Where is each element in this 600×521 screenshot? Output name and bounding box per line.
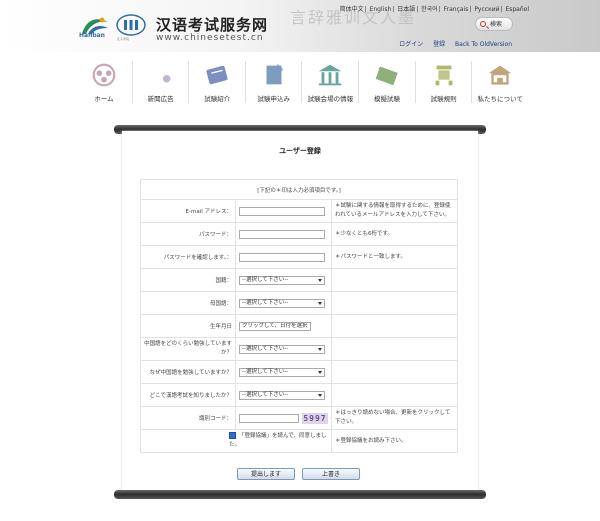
agree-checkbox[interactable] xyxy=(229,432,236,439)
email-field[interactable] xyxy=(239,206,325,216)
site-title[interactable]: 汉语考试服务网 xyxy=(156,14,268,35)
main-nav: ホーム 新聞広告 試験紹介 試験申込み 試験会場の情報 模擬試験 試験規則 私たちについて xyxy=(76,57,528,107)
rules-icon xyxy=(435,65,453,86)
country-select[interactable]: --選択して下さい-- xyxy=(239,275,325,285)
registration-panel: ユーザー登録 [下記の＊印は入力必須項目です。] E-mail アドレス： ＊試… xyxy=(122,131,478,493)
lang-link-fr[interactable]: Français xyxy=(444,6,469,13)
study-length-label: 中国語をどのくらい勉強していますか？ xyxy=(140,337,236,361)
nav-separator xyxy=(131,61,133,103)
nav-item-label: 試験紹介 xyxy=(204,95,231,103)
confirm-password-field[interactable] xyxy=(239,252,325,262)
home-icon xyxy=(92,63,116,87)
country-label: 国籍： xyxy=(140,268,236,292)
lang-link-en[interactable]: English xyxy=(370,6,392,13)
lang-link-es[interactable]: Español xyxy=(505,6,529,13)
required-notice: [下記の＊印は入力必須項目です。] xyxy=(140,179,458,200)
nav-separator xyxy=(188,61,190,103)
birthday-label: 生年月日 xyxy=(140,314,236,338)
captcha-label: 識別コード： xyxy=(140,406,236,430)
scroll-rod-bottom xyxy=(114,490,486,499)
password-field[interactable] xyxy=(239,229,325,239)
lang-link-ja[interactable]: 日本語 xyxy=(397,6,415,13)
search-button[interactable]: 検索 xyxy=(475,17,513,31)
news-icon xyxy=(162,75,170,83)
lang-link-ko[interactable]: 한국어 xyxy=(421,6,438,13)
about-icon xyxy=(488,65,512,85)
nav-separator xyxy=(471,61,473,103)
nav-item-label: ホーム xyxy=(94,95,114,103)
info-source-select[interactable]: --選択して下さい-- xyxy=(239,390,325,400)
email-label: E-mail アドレス： xyxy=(140,199,236,223)
nav-item-exam-intro[interactable]: 試験紹介 xyxy=(189,57,245,107)
nav-item-label: 新聞広告 xyxy=(147,95,174,103)
exam-intro-icon xyxy=(206,65,228,85)
nav-item-news[interactable]: 新聞広告 xyxy=(133,57,189,107)
confucius-institute-logo-text: 孔子学院 xyxy=(117,37,130,41)
captcha-field[interactable] xyxy=(239,413,299,423)
mock-exam-icon xyxy=(375,66,398,86)
venue-icon xyxy=(319,64,342,86)
nav-item-rules[interactable]: 試験規則 xyxy=(416,57,472,107)
confirm-password-note: ＊パスワードと一致します。 xyxy=(331,245,458,269)
nav-item-label: 試験会場の情報 xyxy=(307,95,354,103)
nav-separator xyxy=(358,61,359,103)
submit-button[interactable]: 提出します xyxy=(237,468,295,480)
email-note: ＊試験に関する情報を取得するために、登録使われているメールアドレスを入力して下さ… xyxy=(331,199,458,223)
study-length-select[interactable]: --選択して下さい-- xyxy=(239,344,325,354)
info-source-label: どこで漢語考試を知りましたか？ xyxy=(140,383,236,407)
nav-separator xyxy=(244,61,246,103)
study-reason-select[interactable]: --選択して下さい-- xyxy=(239,367,325,377)
application-icon xyxy=(266,63,284,85)
native-language-select[interactable]: --選択して下さい-- xyxy=(239,298,325,308)
lang-link-zh[interactable]: 简体中文 xyxy=(340,6,364,13)
nav-item-venue[interactable]: 試験会場の情報 xyxy=(302,57,358,107)
birthday-field[interactable]: クリックして、日付を選択 xyxy=(239,321,311,331)
nav-item-mock-exam[interactable]: 模擬試験 xyxy=(359,57,415,107)
captcha-note: ＊はっきり読めない場合、更新をクリックして下さい。 xyxy=(331,406,458,430)
page-title: ユーザー登録 xyxy=(279,147,321,155)
nav-separator xyxy=(414,61,416,103)
nav-item-about[interactable]: 私たちについて xyxy=(472,57,528,107)
reset-button[interactable]: 上書き xyxy=(302,468,360,480)
native-language-label: 母国語： xyxy=(140,291,236,315)
password-note: ＊少なくとも6桁です。 xyxy=(331,222,458,246)
site-header: 言辞雅训文人墨 Hanban 孔子学院 汉语考试服务网 www.chineset… xyxy=(0,0,600,52)
nav-separator xyxy=(301,61,303,103)
register-link[interactable]: 登録 xyxy=(433,41,445,48)
password-label: パスワード： xyxy=(140,222,236,246)
agree-cell: 「登録協議」を読んで、同意しました。 xyxy=(140,429,332,453)
confucius-institute-logo-icon[interactable] xyxy=(116,14,146,36)
search-icon xyxy=(480,21,486,27)
nav-item-label: 私たちについて xyxy=(477,95,523,103)
confirm-password-label: パスワードを確認します。： xyxy=(140,245,236,269)
user-links: ログイン 登録 Back To OldVersion xyxy=(391,39,512,48)
study-reason-label: なぜ中国語を勉強していますか？ xyxy=(140,360,236,384)
hanban-logo-text: Hanban xyxy=(79,32,105,39)
login-link[interactable]: ログイン xyxy=(399,41,423,48)
nav-item-home[interactable]: ホーム xyxy=(76,57,132,107)
site-url: www.chinesetest.cn xyxy=(156,33,264,43)
agree-note: ＊登録協議をお読み下さい。 xyxy=(331,429,458,453)
agree-label: 「登録協議」を読んで、同意しました。 xyxy=(229,433,327,448)
nav-item-application[interactable]: 試験申込み xyxy=(246,57,302,107)
nav-item-label: 試験規則 xyxy=(430,95,457,103)
search-button-label: 検索 xyxy=(490,21,503,28)
language-bar: 简体中文| English| 日本語| 한국어| Français| Русск… xyxy=(339,6,529,13)
nav-item-label: 模擬試験 xyxy=(374,95,400,103)
nav-item-label: 試験申込み xyxy=(257,95,291,103)
registration-form: [下記の＊印は入力必須項目です。] E-mail アドレス： ＊試験に関する情報… xyxy=(140,179,458,453)
old-version-link[interactable]: Back To OldVersion xyxy=(455,41,512,48)
lang-link-ru[interactable]: Русский xyxy=(474,6,499,13)
captcha-image[interactable]: 5997 xyxy=(302,412,328,424)
